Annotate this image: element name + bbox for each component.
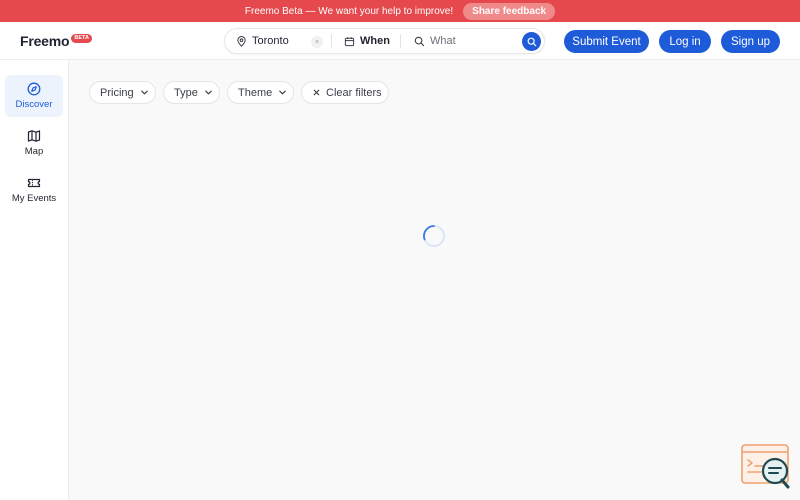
beta-banner: Freemo Beta — We want your help to impro…: [0, 0, 800, 22]
clear-filters-label: Clear filters: [326, 86, 382, 99]
location-field[interactable]: Toronto ×: [225, 29, 331, 53]
map-icon: [27, 130, 41, 142]
clear-location-button[interactable]: ×: [311, 36, 323, 48]
when-label: When: [360, 35, 390, 47]
pricing-filter-label: Pricing: [100, 86, 134, 99]
chevron-down-icon: [205, 90, 212, 95]
sidebar-item-discover[interactable]: Discover: [5, 75, 63, 117]
search-icon: [414, 36, 425, 47]
calendar-icon: [344, 36, 355, 47]
chat-widget-icon[interactable]: [741, 444, 791, 489]
theme-filter-label: Theme: [238, 86, 273, 99]
sidebar-item-label: Discover: [15, 99, 53, 110]
close-icon: [313, 89, 320, 96]
logo-name: Freemo: [20, 33, 70, 49]
submit-event-button[interactable]: Submit Event: [564, 30, 649, 53]
sidebar-item-my-events[interactable]: My Events: [5, 169, 63, 211]
search-submit-button[interactable]: [522, 32, 541, 51]
compass-icon: [27, 82, 41, 96]
theme-filter[interactable]: Theme: [227, 81, 294, 104]
banner-message: Freemo Beta — We want your help to impro…: [244, 5, 454, 17]
clear-filters-button[interactable]: Clear filters: [301, 81, 389, 104]
type-filter-label: Type: [174, 86, 198, 99]
chevron-down-icon: [140, 90, 148, 95]
what-placeholder: What: [430, 35, 456, 47]
log-in-button[interactable]: Log in: [659, 30, 711, 53]
search-icon: [527, 37, 536, 46]
location-value: Toronto: [252, 35, 289, 47]
loading-spinner-icon: [423, 225, 445, 247]
location-pin-icon: [236, 35, 247, 47]
search-bar: Toronto × When What: [224, 28, 545, 54]
top-header: Freemo BETA Toronto × When What Submit E…: [0, 22, 800, 60]
when-field[interactable]: When: [332, 29, 400, 53]
share-feedback-button[interactable]: Share feedback: [463, 2, 556, 20]
sidebar-item-label: My Events: [11, 193, 57, 204]
ticket-icon: [27, 178, 41, 188]
pricing-filter[interactable]: Pricing: [89, 81, 156, 104]
chevron-down-icon: [279, 90, 287, 95]
sign-up-button[interactable]: Sign up: [721, 30, 780, 53]
sidebar-item-map[interactable]: Map: [5, 122, 63, 164]
sidebar-item-label: Map: [24, 146, 44, 157]
sidebar: Discover Map My Events: [0, 60, 69, 500]
type-filter[interactable]: Type: [163, 81, 220, 104]
beta-badge: BETA: [71, 34, 92, 43]
logo[interactable]: Freemo BETA: [20, 33, 92, 49]
